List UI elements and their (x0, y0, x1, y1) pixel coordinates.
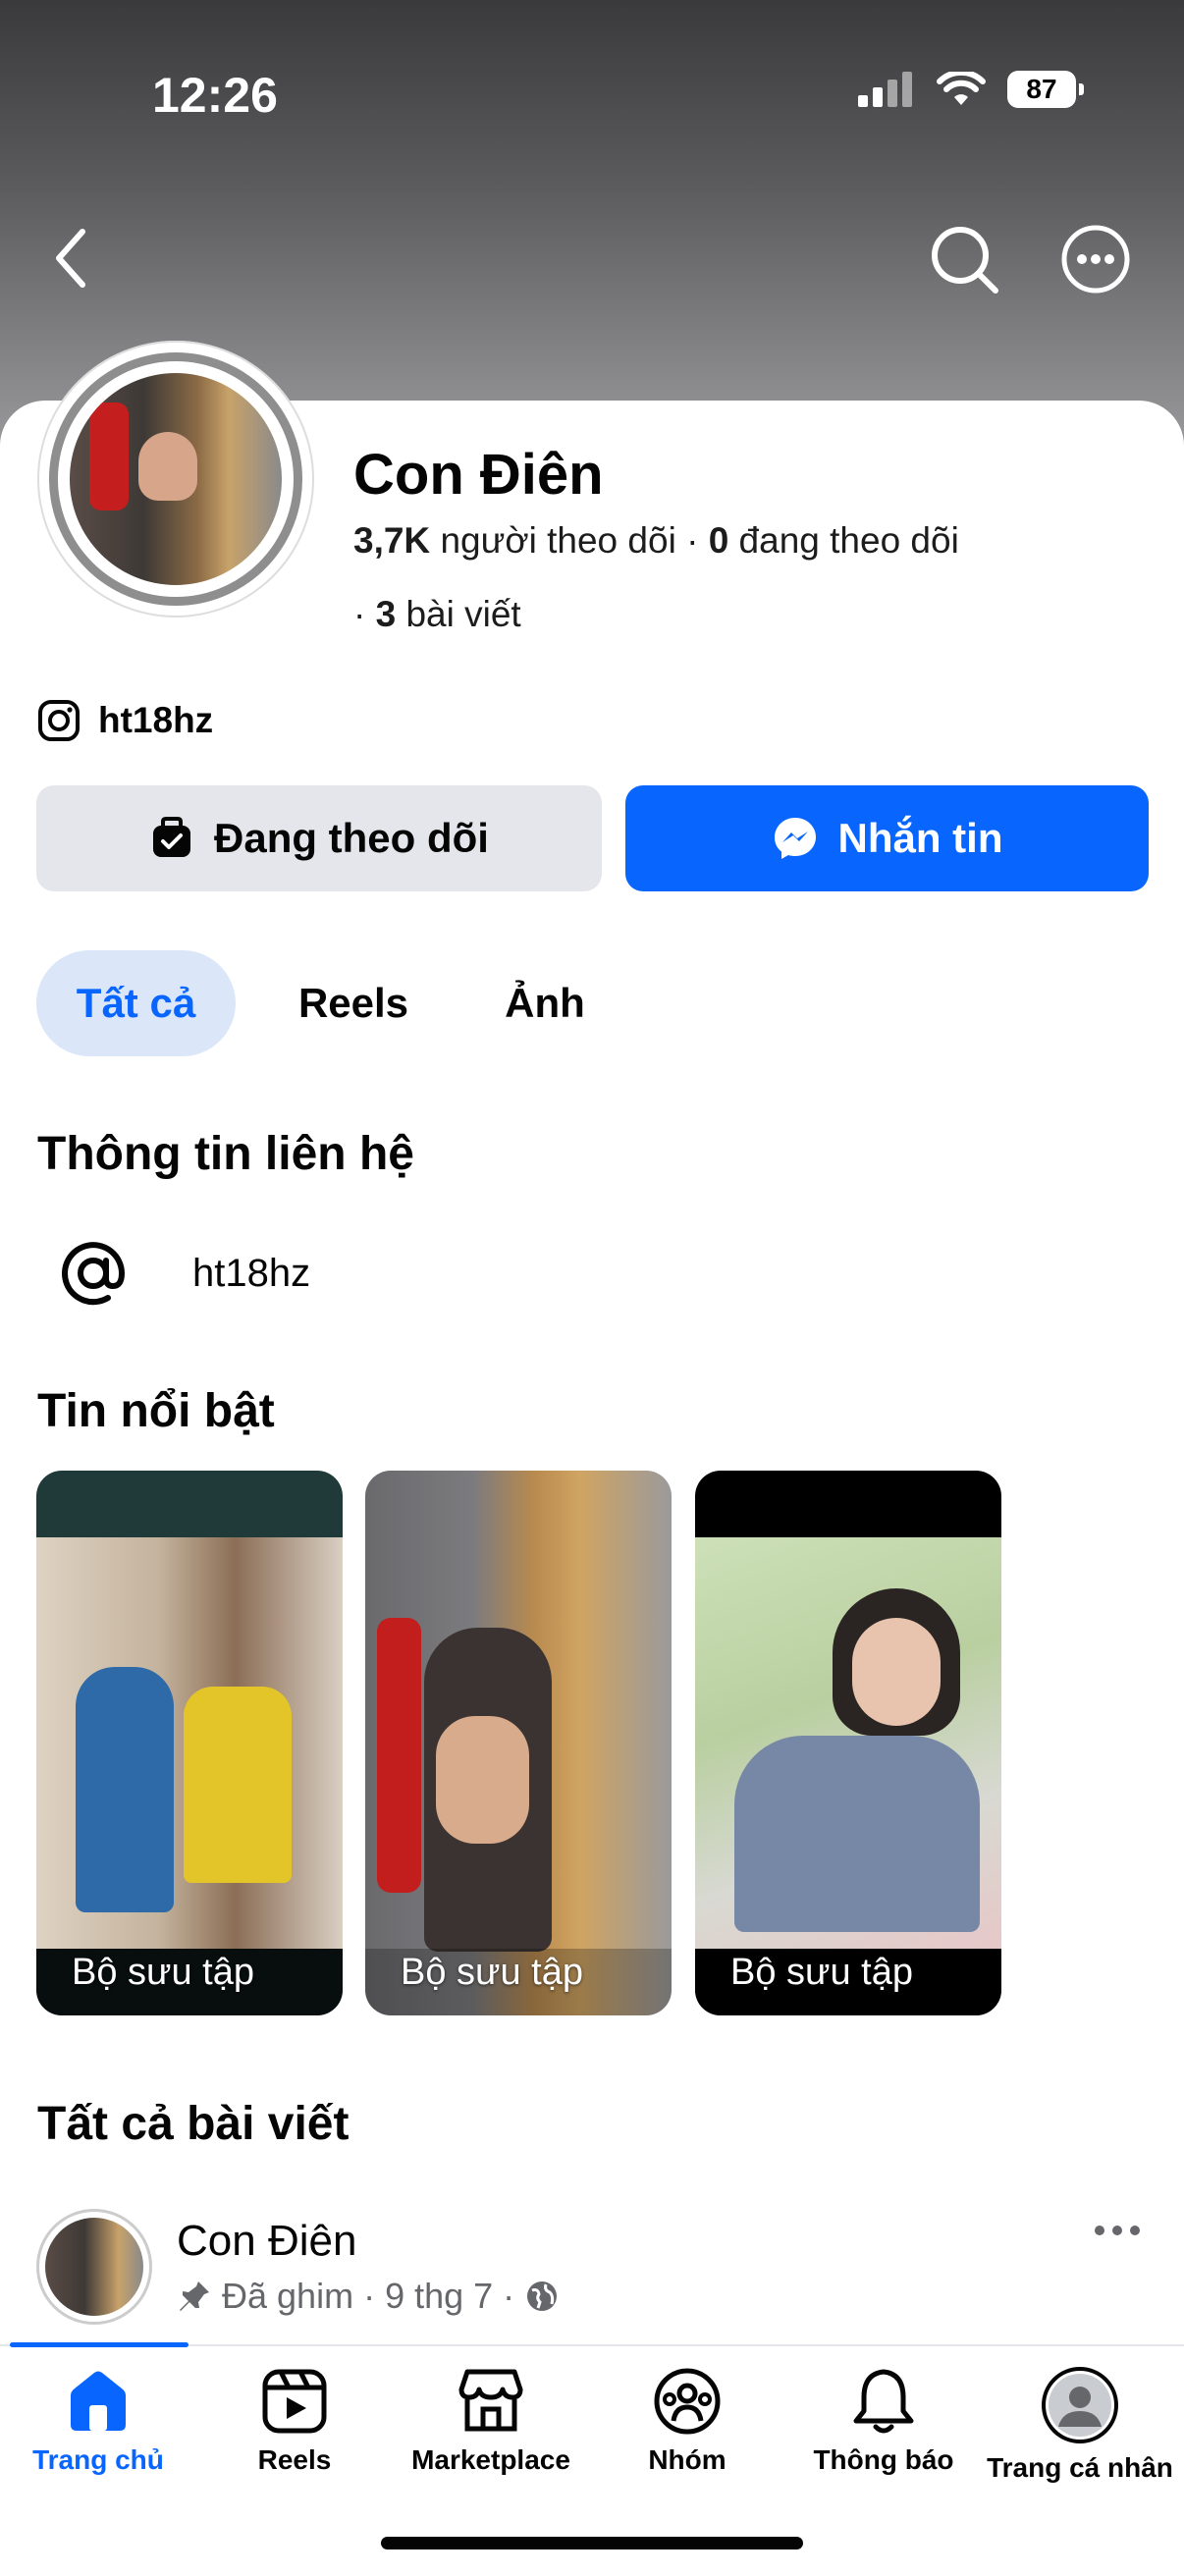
nav-notifications-label: Thông báo (813, 2444, 954, 2475)
posts-stats: · 3 bài viết (353, 594, 521, 634)
nav-marketplace-label: Marketplace (411, 2444, 570, 2475)
messenger-icon (774, 818, 816, 859)
nav-groups-label: Nhóm (648, 2444, 727, 2475)
following-count: 0 (708, 520, 729, 561)
nav-marketplace[interactable]: Marketplace (393, 2366, 589, 2476)
instagram-icon (38, 700, 80, 741)
post-author-avatar[interactable] (36, 2209, 152, 2325)
highlight-item[interactable]: Bộ sưu tập (36, 1471, 343, 2015)
followers-label: người theo dõi (440, 520, 676, 561)
cellular-signal-icon (858, 72, 912, 107)
nav-home-label: Trang chủ (32, 2444, 164, 2475)
highlight-label: Bộ sưu tập (72, 1952, 254, 1993)
following-button[interactable]: Đang theo dõi (36, 785, 602, 891)
nav-notifications[interactable]: Thông báo (785, 2366, 982, 2476)
more-options-icon[interactable] (1060, 224, 1131, 295)
groups-icon (654, 2368, 721, 2435)
post-date: 9 thg 7 (385, 2276, 494, 2316)
followers-count: 3,7K (353, 520, 431, 561)
contact-section-title: Thông tin liên hệ (37, 1128, 414, 1180)
at-sign-icon (62, 1242, 126, 1306)
active-tab-indicator (10, 2342, 188, 2347)
reels-icon (262, 2369, 327, 2434)
profile-name: Con Điên (353, 443, 604, 507)
profile-avatar[interactable] (37, 341, 314, 617)
posts-label: bài viết (405, 594, 521, 634)
highlight-item[interactable]: Bộ sưu tập (695, 1471, 1001, 2015)
bell-icon (853, 2369, 914, 2434)
home-icon (71, 2371, 126, 2431)
nav-reels[interactable]: Reels (196, 2366, 393, 2476)
pin-icon (180, 2281, 209, 2311)
message-button-label: Nhắn tin (837, 815, 1003, 861)
globe-icon (527, 2281, 558, 2311)
tab-reels[interactable]: Reels (275, 950, 432, 1056)
posts-count: 3 (375, 594, 397, 634)
nav-home[interactable]: Trang chủ (0, 2366, 196, 2476)
highlight-item[interactable]: Bộ sưu tập (365, 1471, 672, 2015)
contact-handle: ht18hz (192, 1251, 311, 1295)
wifi-icon (937, 72, 986, 105)
following-check-icon (153, 817, 190, 857)
marketplace-icon (458, 2369, 523, 2432)
instagram-link[interactable]: ht18hz (37, 699, 213, 742)
instagram-handle: ht18hz (98, 700, 214, 740)
message-button[interactable]: Nhắn tin (625, 785, 1149, 891)
home-indicator (381, 2537, 803, 2549)
nav-reels-label: Reels (257, 2444, 332, 2475)
pinned-label: Đã ghim (222, 2276, 354, 2316)
highlights-section-title: Tin nổi bật (37, 1385, 275, 1437)
tab-photos[interactable]: Ảnh (481, 950, 609, 1056)
back-arrow-icon[interactable] (47, 224, 96, 293)
highlight-label: Bộ sưu tập (730, 1952, 913, 1993)
following-button-label: Đang theo dõi (214, 815, 489, 861)
nav-profile[interactable]: Trang cá nhân (982, 2366, 1178, 2484)
contact-row[interactable]: ht18hz (57, 1237, 310, 1310)
avatar-photo (70, 373, 282, 585)
profile-icon (1042, 2367, 1118, 2443)
posts-section-title: Tất cả bài viết (37, 2098, 350, 2150)
following-label: đang theo dõi (738, 520, 959, 561)
post-meta: Đã ghim · 9 thg 7 · (177, 2276, 560, 2317)
status-icons: 87 (856, 71, 1084, 108)
nav-profile-label: Trang cá nhân (987, 2452, 1173, 2483)
nav-groups[interactable]: Nhóm (589, 2366, 785, 2476)
post-author-name[interactable]: Con Điên (177, 2217, 356, 2266)
post-options-icon[interactable] (1092, 2221, 1143, 2240)
follow-stats[interactable]: 3,7K người theo dõi · 0 đang theo dõi (353, 520, 959, 562)
battery-indicator: 87 (1007, 71, 1084, 108)
search-icon[interactable] (929, 224, 999, 295)
status-time: 12:26 (152, 68, 278, 123)
highlight-label: Bộ sưu tập (401, 1952, 583, 1993)
tab-all[interactable]: Tất cả (36, 950, 236, 1056)
